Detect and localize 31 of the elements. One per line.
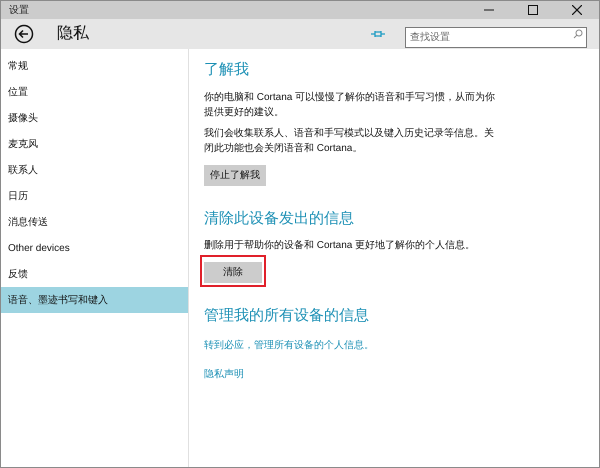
sidebar-item[interactable]: 位置 [1, 79, 188, 105]
pin-icon [371, 29, 385, 39]
link[interactable]: 隐私声明 [204, 366, 499, 382]
section-heading: 了解我 [204, 60, 250, 80]
back-button[interactable] [13, 23, 35, 45]
action-button[interactable]: 清除 [204, 262, 262, 283]
description-text: 我们会收集联系人、语音和手写模式以及键入历史记录等信息。关闭此功能也会关闭语音和 Cortana。 [204, 126, 495, 156]
description-text: 你的电脑和 Cortana 可以慢慢了解你的语音和手写习惯，从而为你提供更好的建议。 [204, 90, 496, 120]
sidebar-item[interactable]: 消息传送 [1, 209, 188, 235]
sidebar-item[interactable]: 反馈 [1, 261, 188, 287]
sidebar-item[interactable]: 摄像头 [1, 105, 188, 131]
minimize-icon [484, 9, 494, 11]
sidebar-item[interactable]: 麦克风 [1, 131, 188, 157]
maximize-icon [528, 5, 538, 15]
sidebar-item[interactable]: 联系人 [1, 157, 188, 183]
page-title: 隐私 [57, 24, 89, 44]
section-heading: 管理我的所有设备的信息 [204, 306, 370, 326]
search-icon [573, 28, 583, 38]
link[interactable]: 转到必应，管理所有设备的个人信息。 [204, 338, 499, 352]
close-icon [572, 5, 582, 15]
sidebar-item[interactable]: 语音、墨迹书写和键入 [1, 287, 188, 313]
action-button[interactable]: 停止了解我 [204, 164, 266, 186]
sidebar-item[interactable]: Other devices [1, 235, 188, 261]
description-text: 删除用于帮助你的设备和 Cortana 更好地了解你的个人信息。 [204, 238, 476, 253]
sidebar-item[interactable]: 常规 [1, 53, 188, 79]
sidebar-item[interactable]: 日历 [1, 183, 188, 209]
section-heading: 清除此设备发出的信息 [204, 208, 355, 228]
search-field[interactable]: 查找设置 [405, 26, 587, 48]
window-title: 设置 [9, 4, 29, 18]
back-icon [14, 24, 34, 44]
pin-button[interactable] [371, 29, 385, 39]
